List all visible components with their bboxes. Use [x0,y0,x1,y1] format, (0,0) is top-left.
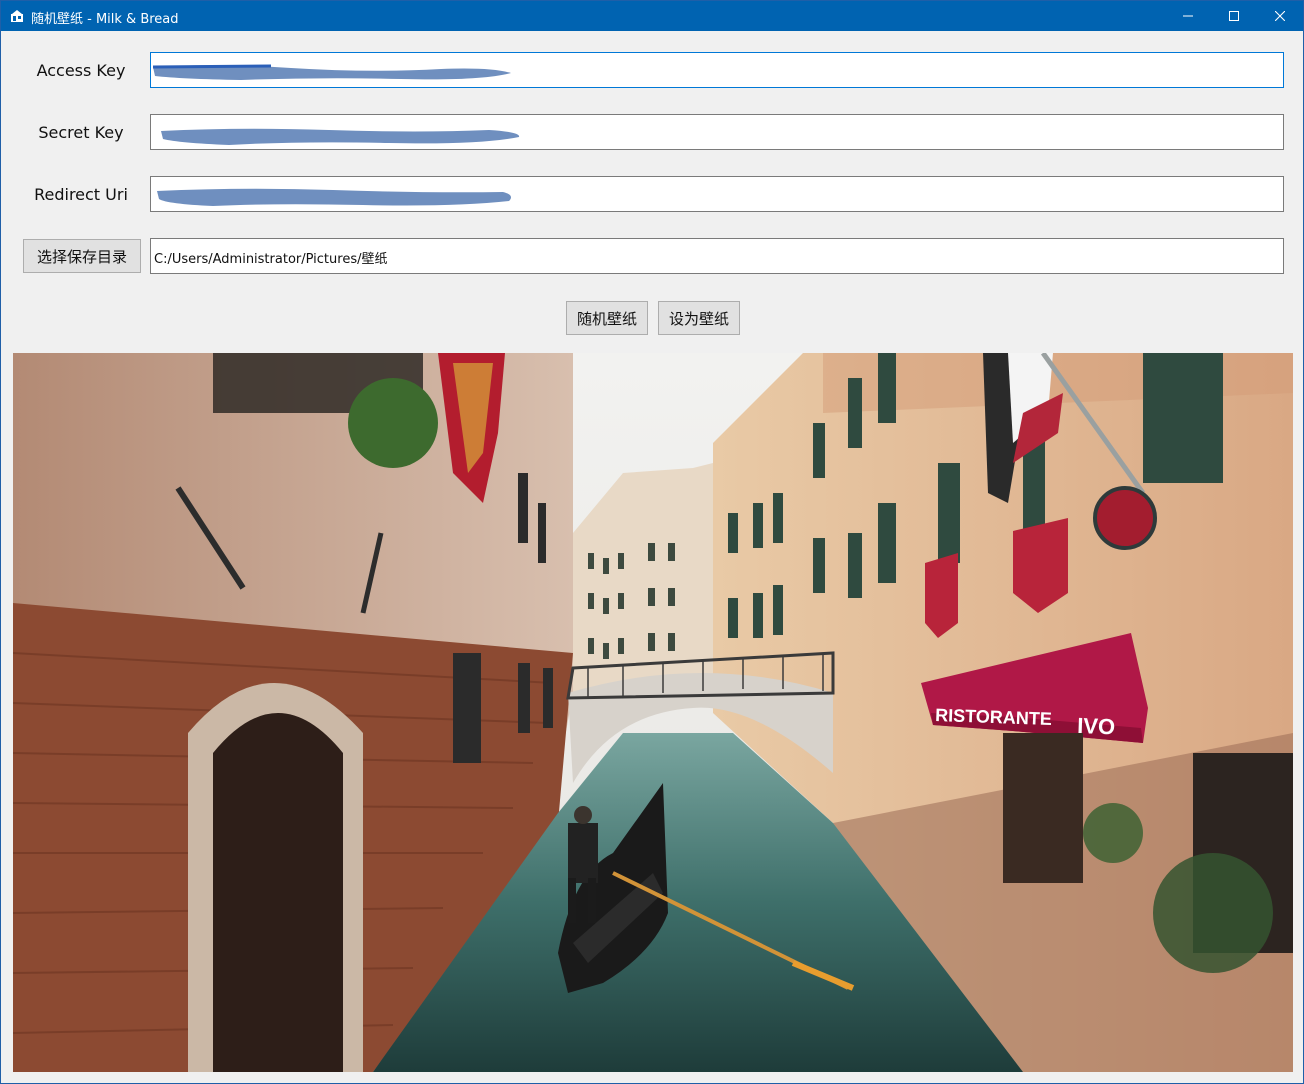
redirect-uri-label: Redirect Uri [34,185,128,204]
minimize-button[interactable] [1165,1,1211,31]
maximize-button[interactable] [1211,1,1257,31]
access-key-input[interactable] [150,52,1284,88]
set-wallpaper-button[interactable]: 设为壁纸 [658,301,740,335]
redaction-scribble [152,64,511,80]
save-dir-value: C:/Users/Administrator/Pictures/壁纸 [154,252,388,267]
maximize-icon [1229,11,1239,21]
choose-save-dir-button[interactable]: 选择保存目录 [23,239,141,273]
wallpaper-preview-image: RISTORANTE IVO [13,353,1293,1072]
redirect-uri-input[interactable] [150,176,1284,212]
secret-key-input[interactable] [150,114,1284,150]
close-icon [1275,11,1285,21]
title-bar[interactable]: 随机壁纸 - Milk & Bread [1,1,1303,31]
minimize-icon [1183,15,1193,17]
redaction-scribble [161,128,520,145]
awning-text-left: RISTORANTE [935,705,1052,729]
app-window: 随机壁纸 - Milk & Bread Access Key Secret Ke… [0,0,1304,1084]
access-key-label: Access Key [36,61,126,80]
choose-save-dir-label: 选择保存目录 [36,247,127,266]
close-button[interactable] [1257,1,1303,31]
save-dir-input[interactable]: C:/Users/Administrator/Pictures/壁纸 [150,238,1284,274]
wallpaper-app-icon [11,10,23,22]
redaction-scribble [157,188,511,206]
window-title: 随机壁纸 - Milk & Bread [31,12,179,27]
set-wallpaper-label: 设为壁纸 [668,309,729,328]
random-wallpaper-label: 随机壁纸 [576,309,637,328]
secret-key-label: Secret Key [38,123,124,142]
random-wallpaper-button[interactable]: 随机壁纸 [566,301,648,335]
